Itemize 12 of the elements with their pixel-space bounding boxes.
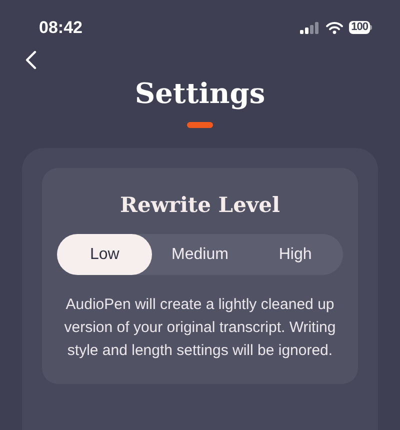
card-title: Rewrite Level bbox=[120, 191, 280, 219]
level-option[interactable]: Low bbox=[57, 234, 152, 275]
back-icon[interactable] bbox=[24, 50, 38, 70]
level-option[interactable]: Medium bbox=[152, 234, 248, 275]
wifi-icon bbox=[326, 22, 344, 34]
page-title: Settings bbox=[134, 76, 266, 112]
status-time: 08:42 bbox=[39, 16, 82, 39]
battery-icon: 100 bbox=[349, 21, 372, 34]
signal-icon bbox=[300, 22, 320, 34]
title-underline bbox=[187, 122, 213, 128]
level-description: AudioPen will create a lightly cleaned up version of your original transcript. Writing style and length settings will be ignored. bbox=[63, 295, 337, 361]
level-option[interactable]: High bbox=[248, 234, 343, 275]
